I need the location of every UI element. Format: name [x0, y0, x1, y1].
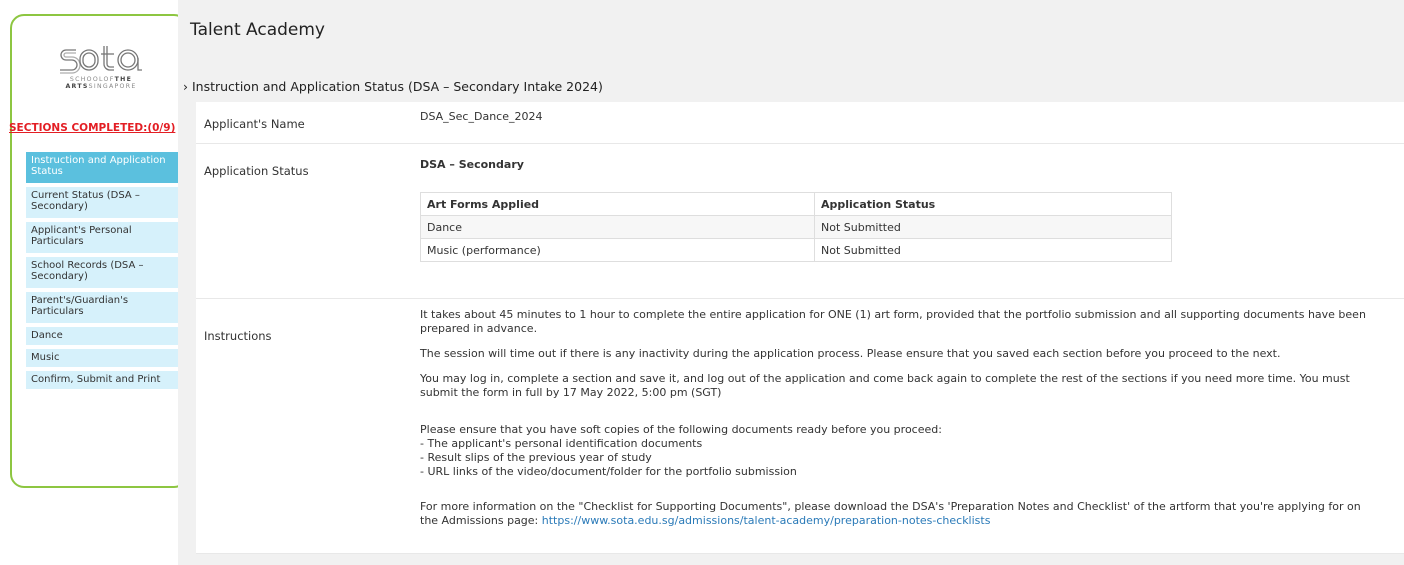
table-row: Music (performance) Not Submitted: [420, 238, 1172, 262]
logo-subtitle: SCHOOLOFTHE ARTSSINGAPORE: [65, 76, 137, 90]
sections-completed-counter: SECTIONS COMPLETED:(0/9): [9, 122, 176, 134]
applicant-name-value: DSA_Sec_Dance_2024: [420, 110, 543, 123]
table-row: Dance Not Submitted: [420, 215, 1172, 239]
art-forms-table: Art Forms Applied Application Status Dan…: [420, 192, 1172, 262]
instructions-p5: For more information on the "Checklist f…: [420, 500, 1380, 528]
status-cell: Not Submitted: [814, 215, 1172, 239]
col-header-status: Application Status: [814, 192, 1172, 216]
sidebar: SCHOOLOFTHE ARTSSINGAPORE SECTIONS COMPL…: [9, 14, 188, 488]
table-header-row: Art Forms Applied Application Status: [420, 192, 1172, 216]
applicant-name-label: Applicant's Name: [204, 117, 305, 131]
instructions-p4: Please ensure that you have soft copies …: [420, 423, 1380, 479]
instructions-p1: It takes about 45 minutes to 1 hour to c…: [420, 308, 1366, 335]
col-header-art-forms: Art Forms Applied: [420, 192, 815, 216]
status-cell: Not Submitted: [814, 238, 1172, 262]
application-status-row: Application Status DSA – Secondary Art F…: [196, 144, 1404, 299]
sidebar-item-dance[interactable]: Dance: [26, 327, 182, 345]
sota-logo: SCHOOLOFTHE ARTSSINGAPORE: [58, 44, 144, 90]
instructions-p2: The session will time out if there is an…: [420, 347, 1281, 360]
sidebar-item-current-status[interactable]: Current Status (DSA – Secondary): [26, 187, 182, 218]
dsa-heading: DSA – Secondary: [420, 158, 524, 171]
art-form-cell: Music (performance): [420, 238, 815, 262]
sidebar-nav: Instruction and Application Status Curre…: [26, 152, 182, 393]
sidebar-item-guardian-particulars[interactable]: Parent's/Guardian's Particulars: [26, 292, 182, 323]
instructions-label: Instructions: [204, 329, 272, 343]
application-status-label: Application Status: [204, 164, 309, 178]
sidebar-item-school-records[interactable]: School Records (DSA – Secondary): [26, 257, 182, 288]
sidebar-item-personal-particulars[interactable]: Applicant's Personal Particulars: [26, 222, 182, 253]
preparation-notes-link[interactable]: https://www.sota.edu.sg/admissions/talen…: [542, 514, 991, 527]
instructions-p4-item: - The applicant's personal identificatio…: [420, 437, 703, 450]
sota-logo-icon: [60, 46, 142, 74]
art-form-cell: Dance: [420, 215, 815, 239]
sidebar-item-music[interactable]: Music: [26, 349, 182, 367]
instructions-p4-item: - URL links of the video/document/folder…: [420, 465, 797, 478]
sidebar-item-instruction-status[interactable]: Instruction and Application Status: [26, 152, 182, 183]
instructions-p4-intro: Please ensure that you have soft copies …: [420, 423, 942, 436]
sidebar-item-confirm-submit[interactable]: Confirm, Submit and Print: [26, 371, 182, 389]
page-title: Talent Academy: [190, 20, 325, 40]
applicant-name-row: Applicant's Name DSA_Sec_Dance_2024: [196, 102, 1404, 144]
section-title: › Instruction and Application Status (DS…: [183, 79, 603, 94]
instructions-p3: You may log in, complete a section and s…: [420, 372, 1350, 399]
content-panel: Applicant's Name DSA_Sec_Dance_2024 Appl…: [196, 102, 1404, 554]
instructions-p4-item: - Result slips of the previous year of s…: [420, 451, 652, 464]
instructions-row: Instructions It takes about 45 minutes t…: [196, 299, 1404, 554]
